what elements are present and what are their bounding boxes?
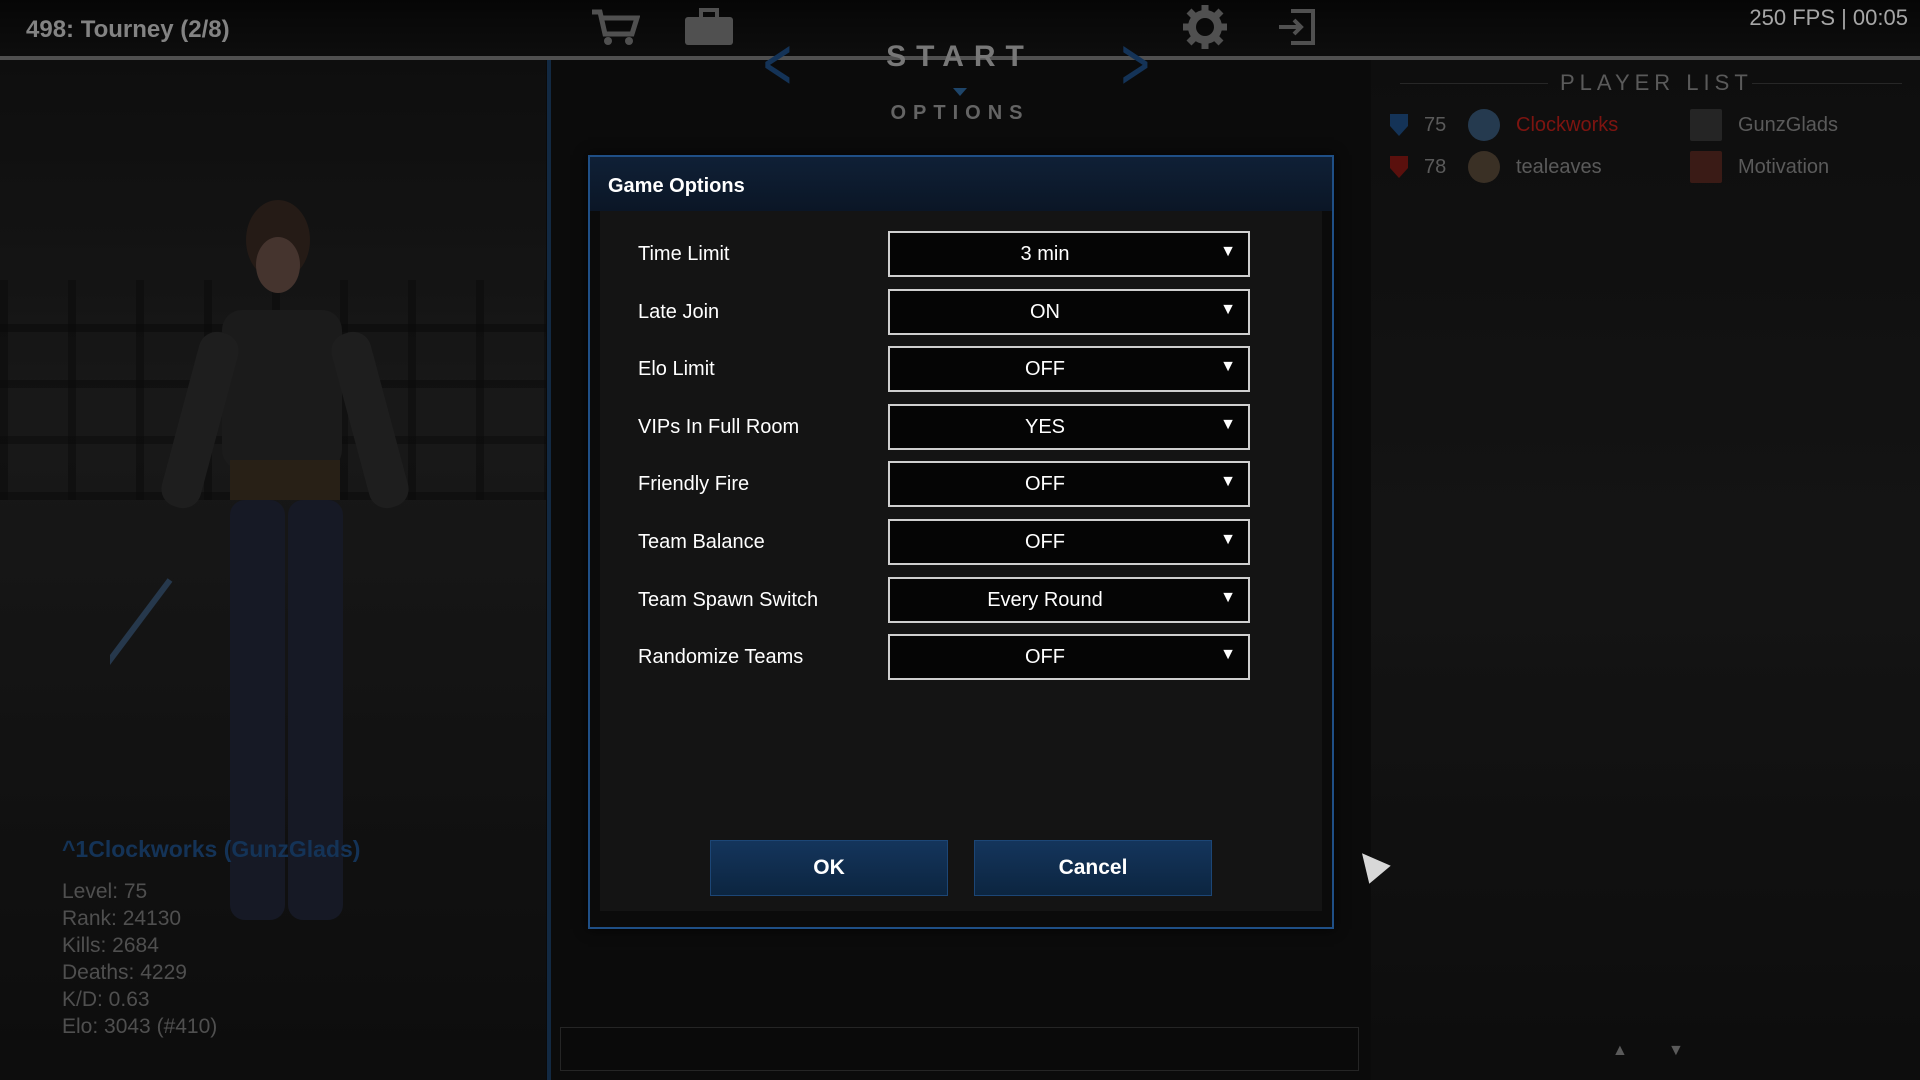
option-team-spawn-switch: Team Spawn Switch Every Round ▼ bbox=[620, 577, 1300, 623]
option-late-join: Late Join ON ▼ bbox=[620, 289, 1300, 335]
caret-down-icon: ▼ bbox=[1220, 243, 1236, 260]
late-join-select[interactable]: ON ▼ bbox=[888, 289, 1250, 335]
option-label: Team Spawn Switch bbox=[638, 589, 819, 611]
caret-down-icon: ▼ bbox=[1220, 416, 1236, 433]
friendly-fire-select[interactable]: OFF ▼ bbox=[888, 461, 1250, 507]
vips-in-full-room-select[interactable]: YES ▼ bbox=[888, 404, 1250, 450]
select-value: OFF bbox=[1025, 473, 1065, 495]
caret-down-icon: ▼ bbox=[1220, 301, 1236, 318]
option-label: Late Join bbox=[638, 301, 720, 323]
ok-button[interactable]: OK bbox=[710, 840, 948, 896]
time-limit-select[interactable]: 3 min ▼ bbox=[888, 231, 1250, 277]
option-label: Elo Limit bbox=[638, 358, 715, 380]
option-time-limit: Time Limit 3 min ▼ bbox=[620, 231, 1300, 277]
caret-down-icon: ▼ bbox=[1220, 358, 1236, 375]
option-label: Friendly Fire bbox=[638, 473, 750, 495]
dialog-header: Game Options bbox=[590, 157, 1332, 211]
option-label: VIPs In Full Room bbox=[638, 416, 800, 438]
option-randomize-teams: Randomize Teams OFF ▼ bbox=[620, 634, 1300, 680]
team-balance-select[interactable]: OFF ▼ bbox=[888, 519, 1250, 565]
team-spawn-switch-select[interactable]: Every Round ▼ bbox=[888, 577, 1250, 623]
caret-down-icon: ▼ bbox=[1220, 589, 1236, 606]
randomize-teams-select[interactable]: OFF ▼ bbox=[888, 634, 1250, 680]
option-vips-in-full-room: VIPs In Full Room YES ▼ bbox=[620, 404, 1300, 450]
cancel-button[interactable]: Cancel bbox=[974, 840, 1212, 896]
option-label: Time Limit bbox=[638, 243, 730, 265]
select-value: 3 min bbox=[1020, 243, 1070, 265]
caret-down-icon: ▼ bbox=[1220, 473, 1236, 490]
select-value: ON bbox=[1030, 301, 1060, 323]
option-elo-limit: Elo Limit OFF ▼ bbox=[620, 346, 1300, 392]
option-label: Randomize Teams bbox=[638, 646, 804, 668]
dialog-title: Game Options bbox=[608, 175, 745, 197]
select-value: OFF bbox=[1025, 646, 1065, 668]
option-label: Team Balance bbox=[638, 531, 765, 553]
select-value: OFF bbox=[1025, 358, 1065, 380]
caret-down-icon: ▼ bbox=[1220, 531, 1236, 548]
caret-down-icon: ▼ bbox=[1220, 646, 1236, 663]
dialog-body: Time Limit 3 min ▼ Late Join ON ▼ Elo Li… bbox=[600, 211, 1322, 911]
option-team-balance: Team Balance OFF ▼ bbox=[620, 519, 1300, 565]
option-friendly-fire: Friendly Fire OFF ▼ bbox=[620, 461, 1300, 507]
game-options-dialog: Game Options Time Limit 3 min ▼ Late Joi… bbox=[588, 155, 1334, 929]
select-value: YES bbox=[1024, 416, 1066, 438]
elo-limit-select[interactable]: OFF ▼ bbox=[888, 346, 1250, 392]
select-value: Every Round bbox=[987, 589, 1103, 611]
select-value: OFF bbox=[1025, 531, 1065, 553]
